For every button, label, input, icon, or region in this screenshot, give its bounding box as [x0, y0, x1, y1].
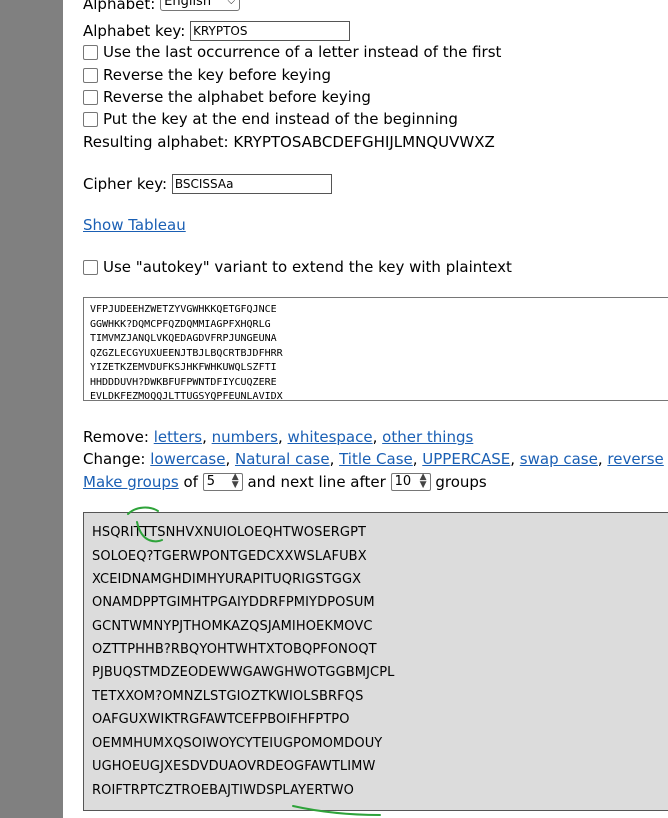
change-row: Change: lowercase, Natural case, Title C…: [83, 450, 664, 468]
output-line: GCNTWMNYPJTHOMKAZQSJAMIHOEKMOVC: [92, 619, 373, 634]
alphabet-label: Alphabet:: [83, 0, 156, 13]
option-label: Put the key at the end instead of the be…: [103, 110, 458, 128]
show-tableau-link[interactable]: Show Tableau: [83, 216, 186, 234]
option-row-reverse-key[interactable]: Reverse the key before keying: [83, 65, 331, 85]
cipher-key-input[interactable]: BSCISSAa: [171, 174, 332, 194]
content-area: Alphabet: English ⌵ Alphabet key: KRYPTO…: [83, 0, 668, 818]
uppercase-link[interactable]: UPPERCASE: [422, 450, 510, 468]
show-tableau-row: Show Tableau: [83, 215, 186, 235]
input-textarea[interactable]: VFPJUDEEHZWETZYVGWHKKQETGFQJNCE GGWHKK?D…: [83, 297, 668, 401]
option-row-last-occurrence[interactable]: Use the last occurrence of a letter inst…: [83, 42, 501, 62]
output-line: OAFGUXWIKTRGFAWTCEFPBOIFHFPTPO: [92, 712, 350, 727]
group-size-input[interactable]: 5 ▲ ▼: [202, 473, 243, 491]
remove-other-things-link[interactable]: other things: [382, 428, 473, 446]
output-box[interactable]: HSQRITTTSNHVXNUIOLOEQHTWOSERGPT SOLOEQ?T…: [83, 512, 668, 811]
output-line: ROIFTRPTCZTROEBAJTIWDSPLAYERTWO: [92, 783, 354, 798]
alphabet-row: Alphabet: English ⌵: [83, 0, 241, 14]
key-at-end-checkbox[interactable]: [83, 112, 98, 127]
natural-case-link[interactable]: Natural case: [235, 450, 330, 468]
spinner-arrows-icon[interactable]: ▲ ▼: [232, 473, 239, 490]
alphabet-key-label: Alphabet key:: [83, 22, 186, 40]
input-line: GGWHKK?DQMCPFQZDQMMIAGPFXHQRLG: [90, 318, 271, 330]
input-line: VFPJUDEEHZWETZYVGWHKKQETGFQJNCE: [90, 304, 277, 315]
cipher-key-row: Cipher key: BSCISSAa: [83, 174, 332, 194]
change-label: Change:: [83, 450, 146, 468]
alphabet-key-input[interactable]: KRYPTOS: [190, 21, 351, 41]
input-line: QZGZLECGYUXUEENJTBJLBQCRTBJDFHRR: [90, 347, 283, 359]
alphabet-select-value: English: [164, 0, 212, 9]
input-line: EVLDKFEZMOQQJLTTUGSYQPFEUNLAVIDX: [90, 391, 283, 401]
option-label: Use the last occurrence of a letter inst…: [103, 43, 502, 61]
output-line: SOLOEQ?TGERWPONTGEDCXXWSLAFUBX: [92, 549, 367, 564]
remove-whitespace-link[interactable]: whitespace: [288, 428, 373, 446]
resulting-alphabet-label: Resulting alphabet:: [83, 133, 229, 151]
reverse-key-checkbox[interactable]: [83, 68, 98, 83]
autokey-label: Use "autokey" variant to extend the key …: [103, 258, 512, 276]
remove-row: Remove: letters, numbers, whitespace, ot…: [83, 428, 474, 446]
spinner-arrows-icon[interactable]: ▲ ▼: [420, 473, 427, 490]
input-line: HHDDDUVH?DWKBFUFPWNTDFIYCUQZERE: [90, 376, 277, 388]
output-line: XCEIDNAMGHDIMHYURAPITUQRIGSTGGX: [92, 572, 362, 587]
chevron-down-icon: ⌵: [227, 0, 236, 7]
output-line: OEMMHUMXQSOIWOYCYTEIUGPOMOMDOUY: [92, 736, 383, 751]
input-line: YIZETKZEMVDUFKSJHKFWHKUWQLSZFTI: [90, 362, 277, 373]
resulting-alphabet-value: KRYPTOSABCDEFGHIJLMNQUVWXZ: [233, 133, 495, 151]
title-case-link[interactable]: Title Case: [339, 450, 413, 468]
option-row-reverse-alphabet[interactable]: Reverse the alphabet before keying: [83, 87, 371, 107]
swap-case-link[interactable]: swap case: [520, 450, 598, 468]
last-occurrence-checkbox[interactable]: [83, 45, 98, 60]
remove-letters-link[interactable]: letters: [154, 428, 202, 446]
input-line: TIMVMZJANQLVKQEDAGDVFRPJUNGEUNA: [90, 333, 277, 344]
output-line: UGHOEUGJXESDVDUAOVRDEOGFAWTLIMW: [92, 759, 376, 774]
groups-row: Make groups of 5 ▲ ▼ and next line after 1…: [83, 472, 487, 492]
output-line: TETXXOM?OMNZLSTGIOZTKWIOLSBRFQS: [92, 689, 364, 704]
make-groups-link[interactable]: Make groups: [83, 473, 179, 491]
groups-suffix-text: groups: [435, 473, 487, 491]
option-row-key-at-end[interactable]: Put the key at the end instead of the be…: [83, 109, 458, 129]
alphabet-select[interactable]: English ⌵: [160, 0, 241, 11]
remove-label: Remove:: [83, 428, 149, 446]
autokey-row[interactable]: Use "autokey" variant to extend the key …: [83, 257, 512, 277]
line-groups-input[interactable]: 10 ▲ ▼: [390, 473, 431, 491]
remove-numbers-link[interactable]: numbers: [212, 428, 278, 446]
output-line: PJBUQSTMDZEODEWWGAWGHWOTGGBMJCPL: [92, 665, 395, 680]
option-label: Reverse the key before keying: [103, 66, 331, 84]
groups-after-text: and next line after: [247, 473, 386, 491]
autokey-checkbox[interactable]: [83, 260, 98, 275]
line-groups-value: 10: [394, 474, 412, 489]
resulting-alphabet-row: Resulting alphabet: KRYPTOSABCDEFGHIJLMN…: [83, 132, 495, 152]
cipher-key-label: Cipher key:: [83, 175, 168, 193]
left-gray-bar: [0, 0, 63, 818]
reverse-link[interactable]: reverse: [607, 450, 663, 468]
reverse-alphabet-checkbox[interactable]: [83, 90, 98, 105]
groups-of-text: of: [183, 473, 198, 491]
alphabet-key-row: Alphabet key: KRYPTOS: [83, 21, 351, 41]
output-line: OZTTPHHB?RBQYOHTWHTXTOBQPFONOQT: [92, 642, 377, 657]
option-label: Reverse the alphabet before keying: [103, 88, 371, 106]
lowercase-link[interactable]: lowercase: [150, 450, 225, 468]
output-line: HSQRITTTSNHVXNUIOLOEQHTWOSERGPT: [92, 525, 367, 540]
group-size-value: 5: [206, 474, 215, 489]
output-line: ONAMDPPTGIMHTPGAIYDDRFPMIYDPOSUM: [92, 595, 375, 610]
